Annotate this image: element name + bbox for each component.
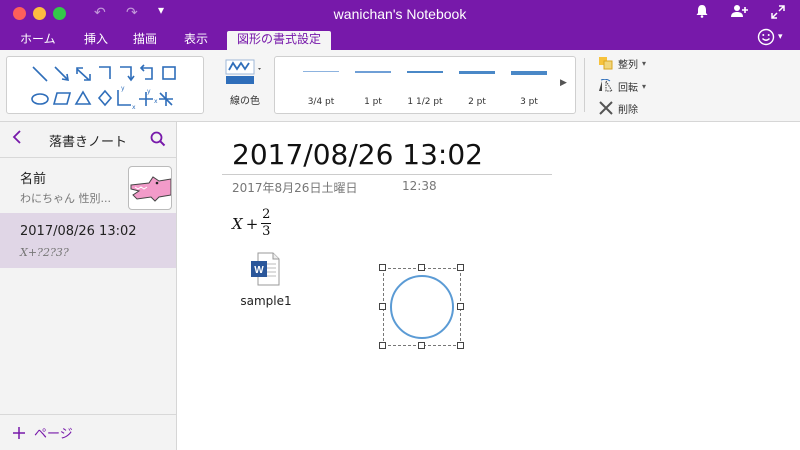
math-denominator: 3 [262, 224, 271, 239]
feedback-dropdown-icon[interactable]: ▾ [778, 32, 783, 42]
tab-home[interactable]: ホーム [20, 31, 56, 50]
title-bar: ↶ ↷ ▾ wanichan's Notebook [0, 0, 800, 28]
add-page-button[interactable]: ページ [12, 423, 73, 442]
ribbon-separator [584, 58, 585, 112]
svg-text:y: y [121, 85, 125, 92]
resize-handle-top-left[interactable] [379, 264, 386, 271]
svg-text:W: W [254, 265, 264, 276]
page-item-preview: わにちゃん 性別... [20, 192, 111, 205]
line-width-gallery: 3/4 pt 1 pt 1 1/2 pt 2 pt 3 pt [274, 56, 576, 114]
resize-handle-bottom[interactable] [418, 342, 425, 349]
pen-color-icon[interactable] [224, 58, 264, 86]
shape-gallery: yx yx [6, 56, 204, 114]
svg-text:x: x [154, 98, 158, 105]
diamond-shape-icon [97, 89, 113, 107]
tab-view[interactable]: 表示 [184, 31, 208, 50]
search-icon[interactable] [150, 131, 166, 151]
ellipse-shape-icon [31, 93, 49, 105]
page-list-item[interactable]: 名前 わにちゃん 性別... [0, 158, 176, 213]
arrow-shape-icon [54, 66, 68, 80]
add-page-label: ページ [34, 427, 73, 442]
resize-handle-bottom-right[interactable] [457, 342, 464, 349]
axis-xy-icon [139, 92, 153, 106]
delete-x-icon [599, 101, 613, 115]
ribbon-tab-bar: ホーム 挿入 描画 表示 図形の書式設定 ▾ [0, 28, 800, 50]
shape-gallery-icons[interactable]: yx yx [7, 57, 205, 115]
math-equation[interactable]: X + 2 3 [232, 207, 272, 239]
rotate-label: 回転 [618, 82, 638, 94]
word-document-icon[interactable]: W [250, 252, 280, 290]
page-thumbnail-crocodile [128, 166, 172, 210]
smiley-feedback-icon[interactable] [757, 28, 775, 50]
rectangle-shape-icon [162, 66, 176, 80]
ribbon-format-shape: yx yx 線の色 3/4 pt 1 pt 1 1/2 pt 2 pt 3 pt… [0, 50, 800, 122]
line-shape-icon [32, 66, 48, 82]
circle-shape[interactable] [390, 275, 454, 339]
arrange-dropdown-icon: ▾ [642, 58, 647, 68]
axis-3d-icon [159, 92, 173, 106]
rotate-icon [599, 79, 613, 92]
note-canvas[interactable]: 2017/08/26 13:02 2017年8月26日土曜日 12:38 X +… [178, 122, 800, 450]
plus-icon [13, 426, 25, 439]
arrange-button[interactable]: 整列 ▾ [598, 54, 646, 72]
notifications-bell-icon[interactable] [696, 4, 708, 22]
triangle-shape-icon [74, 90, 92, 105]
arrange-icon [599, 57, 613, 70]
sidebar-header: 落書きノート [0, 122, 176, 158]
svg-text:x: x [132, 104, 136, 111]
page-item-title: 名前 [20, 172, 47, 187]
attachment-filename[interactable]: sample1 [238, 294, 294, 308]
resize-handle-left[interactable] [379, 303, 386, 310]
resize-handle-right[interactable] [457, 303, 464, 310]
page-item-title: 2017/08/26 13:02 [20, 224, 137, 239]
delete-label: 削除 [618, 104, 638, 116]
line-width-option[interactable]: 1 pt [355, 57, 391, 115]
share-add-person-icon[interactable] [731, 4, 749, 22]
double-arrow-shape-icon [76, 68, 90, 81]
math-fraction: 2 3 [261, 207, 272, 239]
tab-draw[interactable]: 描画 [133, 31, 157, 50]
axis-2d-icon [117, 90, 131, 106]
elbow-connector-icon [99, 66, 111, 79]
math-variable: X [232, 214, 243, 233]
resize-handle-top-right[interactable] [457, 264, 464, 271]
page-list-item-selected[interactable]: 2017/08/26 13:02 X+?2?3? [0, 213, 176, 268]
app-title: wanichan's Notebook [333, 6, 467, 22]
page-list-sidebar: 落書きノート 名前 わにちゃん 性別... 2017/08/26 13:02 X… [0, 122, 177, 450]
line-width-option[interactable]: 3/4 pt [303, 57, 339, 115]
page-title[interactable]: 2017/08/26 13:02 [232, 138, 483, 171]
arrange-label: 整列 [618, 59, 638, 71]
tab-format-shape[interactable]: 図形の書式設定 [227, 31, 332, 50]
tab-insert[interactable]: 挿入 [84, 31, 108, 50]
gallery-more-icon[interactable]: ▶ [560, 78, 567, 88]
line-width-option[interactable]: 3 pt [511, 57, 547, 115]
resize-handle-top[interactable] [418, 264, 425, 271]
page-date: 2017年8月26日土曜日 [232, 181, 358, 195]
fullscreen-expand-icon[interactable] [771, 5, 785, 23]
delete-button[interactable]: 削除 [598, 99, 638, 117]
rotate-dropdown-icon: ▾ [642, 81, 647, 91]
math-numerator: 2 [262, 207, 271, 222]
title-divider [222, 174, 552, 175]
rotate-button[interactable]: 回転 ▾ [598, 77, 646, 95]
line-width-option[interactable]: 2 pt [459, 57, 495, 115]
page-item-preview: X+?2?3? [20, 246, 69, 259]
page-time: 12:38 [402, 179, 437, 193]
parallelogram-shape-icon [52, 92, 72, 105]
pen-color-group[interactable]: 線の色 [224, 58, 268, 110]
svg-text:y: y [147, 88, 151, 95]
sidebar-footer: ページ [0, 414, 176, 450]
math-operator: + [245, 214, 259, 233]
line-width-option[interactable]: 1 1/2 pt [407, 57, 443, 115]
resize-handle-bottom-left[interactable] [379, 342, 386, 349]
